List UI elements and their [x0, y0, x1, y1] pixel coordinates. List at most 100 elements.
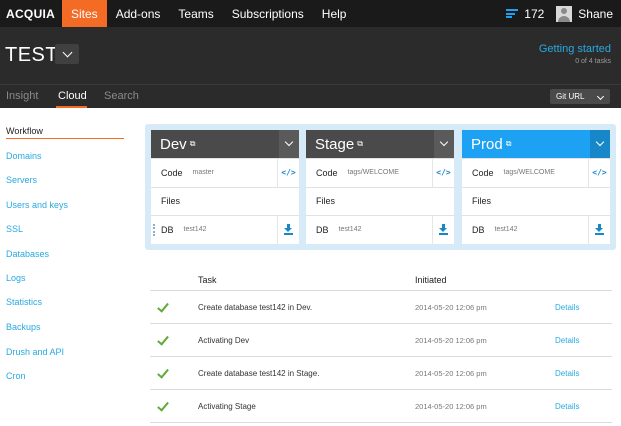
- environment-header-dev[interactable]: Dev ⧉: [151, 130, 299, 158]
- environment-name: Dev: [160, 135, 187, 153]
- site-switcher-button[interactable]: [55, 44, 79, 64]
- external-link-icon[interactable]: ⧉: [357, 139, 363, 149]
- check-icon: [158, 369, 169, 377]
- details-link[interactable]: Details: [555, 303, 579, 312]
- task-initiated: 2014-05-20 12:06 pm: [415, 336, 487, 345]
- nav-item-add-ons[interactable]: Add-ons: [107, 0, 170, 27]
- code-value: tags/WELCOME: [503, 169, 555, 177]
- check-icon: [158, 402, 169, 410]
- environment-card-stage: Stage ⧉ Code tags/WELCOME </> Files DB t…: [306, 130, 454, 244]
- environment-code-row: Code master </>: [151, 158, 299, 187]
- getting-started-progress: 0 of 4 tasks: [575, 58, 611, 65]
- task-counter[interactable]: 172: [506, 0, 556, 27]
- db-label: DB: [161, 224, 174, 235]
- sidebar-item-logs[interactable]: Logs: [6, 273, 26, 283]
- sidebar-item-domains[interactable]: Domains: [6, 151, 42, 161]
- column-header-task: Task: [198, 275, 217, 285]
- getting-started-link[interactable]: Getting started: [539, 43, 611, 55]
- code-icon[interactable]: </>: [588, 159, 610, 187]
- environment-files-row[interactable]: Files: [306, 186, 454, 216]
- site-header: TEST Getting started 0 of 4 tasks: [0, 27, 621, 84]
- nav-item-teams[interactable]: Teams: [169, 0, 222, 27]
- check-icon: [158, 303, 169, 311]
- db-download-button[interactable]: [588, 216, 610, 244]
- details-link[interactable]: Details: [555, 402, 579, 411]
- check-icon: [158, 336, 169, 344]
- sidebar-item-servers[interactable]: Servers: [6, 175, 37, 185]
- environment-header-stage[interactable]: Stage ⧉: [306, 130, 454, 158]
- db-label: DB: [316, 224, 329, 235]
- nav-item-sites[interactable]: Sites: [62, 0, 107, 27]
- tab-search[interactable]: Search: [104, 90, 139, 102]
- files-label: Files: [316, 196, 336, 207]
- code-value: master: [192, 169, 214, 177]
- environment-name: Prod: [471, 135, 503, 153]
- chevron-down-icon: [284, 137, 294, 147]
- git-url-button[interactable]: Git URL: [550, 89, 610, 104]
- table-row: Activating Dev 2014-05-20 12:06 pm Detai…: [150, 324, 612, 357]
- db-value: test142: [494, 226, 518, 234]
- sidebar-item-users-and-keys[interactable]: Users and keys: [6, 200, 68, 210]
- details-link[interactable]: Details: [555, 336, 579, 345]
- task-initiated: 2014-05-20 12:06 pm: [415, 402, 487, 411]
- environment-code-row: Code tags/WELCOME </>: [462, 158, 610, 187]
- table-row: Create database test142 in Dev. 2014-05-…: [150, 291, 612, 324]
- code-icon[interactable]: </>: [277, 159, 299, 187]
- git-url-label: Git URL: [556, 92, 585, 101]
- tab-cloud[interactable]: Cloud: [58, 90, 87, 102]
- external-link-icon[interactable]: ⧉: [190, 139, 196, 149]
- environment-name: Stage: [315, 135, 355, 153]
- environment-menu-button[interactable]: [590, 130, 610, 158]
- db-value: test142: [183, 226, 207, 234]
- external-link-icon[interactable]: ⧉: [506, 139, 512, 149]
- db-label: DB: [472, 224, 485, 235]
- nav-item-subscriptions[interactable]: Subscriptions: [223, 0, 313, 27]
- code-label: Code: [316, 167, 338, 178]
- environment-code-row: Code tags/WELCOME </>: [306, 158, 454, 187]
- task-initiated: 2014-05-20 12:06 pm: [415, 369, 487, 378]
- site-title: TEST: [5, 44, 59, 66]
- acquia-logo[interactable]: ACQUIA: [0, 0, 62, 27]
- environment-files-row[interactable]: Files: [462, 186, 610, 216]
- drag-handle-icon[interactable]: [153, 224, 155, 237]
- sidebar-item-drush-and-api[interactable]: Drush and API: [6, 347, 64, 357]
- environment-header-prod[interactable]: Prod ⧉: [462, 130, 610, 158]
- getting-started: Getting started 0 of 4 tasks: [539, 43, 611, 65]
- sidebar-item-cron[interactable]: Cron: [6, 371, 26, 381]
- nav-item-help[interactable]: Help: [313, 0, 356, 27]
- chevron-down-icon: [62, 47, 72, 57]
- details-link[interactable]: Details: [555, 369, 579, 378]
- sidebar-item-databases[interactable]: Databases: [6, 249, 49, 259]
- environments-panel: Dev ⧉ Code master </> Files DB test142 S…: [145, 124, 616, 250]
- files-label: Files: [161, 196, 181, 207]
- environment-menu-button[interactable]: [434, 130, 454, 158]
- sidebar-item-statistics[interactable]: Statistics: [6, 297, 42, 307]
- user-menu[interactable]: Shane: [556, 0, 621, 27]
- sidebar-heading-workflow[interactable]: Workflow: [6, 126, 43, 136]
- code-label: Code: [472, 167, 494, 178]
- db-value: test142: [338, 226, 362, 234]
- environment-files-row[interactable]: Files: [151, 186, 299, 216]
- environment-db-row: DB test142: [306, 215, 454, 244]
- sub-tab-bar: Insight Cloud Search Git URL: [0, 84, 621, 108]
- environment-menu-button[interactable]: [279, 130, 299, 158]
- code-icon[interactable]: </>: [432, 159, 454, 187]
- sidebar-item-ssl[interactable]: SSL: [6, 224, 23, 234]
- tab-insight[interactable]: Insight: [6, 90, 38, 102]
- environment-card-prod: Prod ⧉ Code tags/WELCOME </> Files DB te…: [462, 130, 610, 244]
- task-initiated: 2014-05-20 12:06 pm: [415, 303, 487, 312]
- chevron-down-icon: [439, 137, 449, 147]
- table-row: Create database test142 in Stage. 2014-0…: [150, 357, 612, 390]
- sidebar-item-backups[interactable]: Backups: [6, 322, 41, 332]
- sidebar: Workflow Domains Servers Users and keys …: [0, 108, 130, 426]
- db-download-button[interactable]: [432, 216, 454, 244]
- environment-card-dev: Dev ⧉ Code master </> Files DB test142: [151, 130, 299, 244]
- task-description: Create database test142 in Dev.: [198, 303, 313, 312]
- column-header-initiated: Initiated: [415, 275, 447, 285]
- task-description: Activating Dev: [198, 336, 250, 345]
- db-download-button[interactable]: [277, 216, 299, 244]
- environment-db-row: DB test142: [462, 215, 610, 244]
- user-name: Shane: [578, 6, 613, 21]
- top-navigation: ACQUIA Sites Add-ons Teams Subscriptions…: [0, 0, 621, 27]
